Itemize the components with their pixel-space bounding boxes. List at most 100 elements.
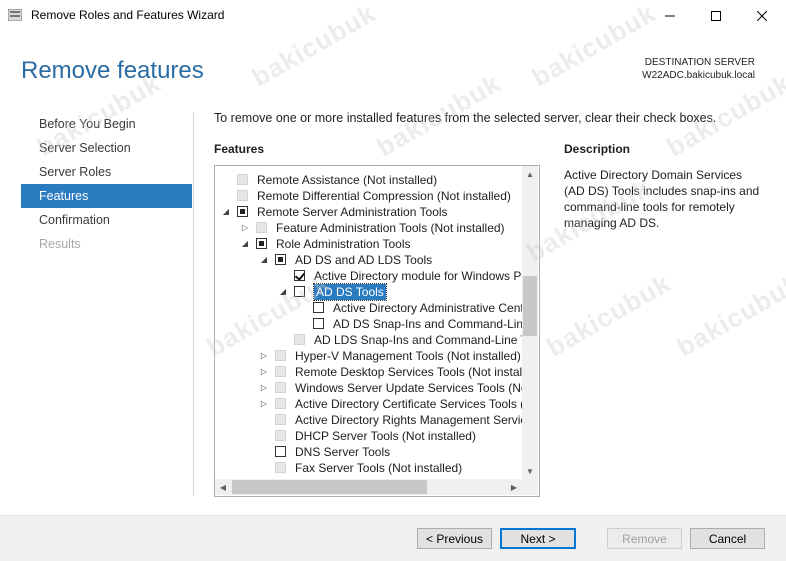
collapse-arrow-icon[interactable]: ◢ [278,284,288,300]
feature-label: AD DS and AD LDS Tools [295,253,433,267]
destination-server-label: DESTINATION SERVER [644,57,755,68]
feature-label: Remote Assistance (Not installed) [257,173,438,187]
feature-label: Remote Desktop Services Tools (Not insta… [295,365,522,379]
tree-item[interactable]: ▷ Remote Desktop Services Tools (Not inst… [215,364,522,380]
feature-label: Active Directory Rights Management Servi… [295,413,522,427]
feature-checkbox [275,382,286,393]
tree-item[interactable]: AD LDS Snap-Ins and Command-Line Tools [215,332,522,348]
nav-item-results: Results [39,237,81,251]
wizard-footer: < Previous Next > Remove Cancel [0,515,786,561]
tree-item[interactable]: Active Directory Rights Management Servi… [215,412,522,428]
feature-label: Role Administration Tools [276,237,411,251]
nav-item-server-roles[interactable]: Server Roles [21,160,192,184]
collapse-arrow-icon[interactable]: ◢ [259,252,269,268]
nav-divider [193,112,194,496]
maximize-button[interactable] [693,0,739,31]
feature-checkbox[interactable] [237,206,248,217]
tree-item[interactable]: ▷ Feature Administration Tools (Not insta… [215,220,522,236]
previous-button[interactable]: < Previous [417,528,492,549]
feature-checkbox[interactable] [294,270,305,281]
tree-item[interactable]: AD DS Snap-Ins and Command-Line Tools [215,316,522,332]
horizontal-scroll-thumb[interactable] [232,480,427,494]
feature-label: Active Directory module for Windows Powe… [314,269,522,283]
description-text: Active Directory Domain Services (AD DS)… [564,168,760,230]
collapse-arrow-icon[interactable]: ◢ [240,236,250,252]
watermark: bakicubuk [541,267,676,363]
tree-item[interactable]: Remote Assistance (Not installed) [215,172,522,188]
destination-server-name: W22ADC.bakicubuk.local [642,70,755,81]
feature-checkbox[interactable] [256,238,267,249]
watermark: bakicubuk [671,267,786,363]
feature-checkbox [275,462,286,473]
feature-label: Windows Server Update Services Tools (No… [295,381,522,395]
nav-item-features[interactable]: Features [21,184,192,208]
feature-checkbox [237,190,248,201]
tree-item[interactable]: ▷ Active Directory Certificate Services T… [215,396,522,412]
close-button[interactable] [739,0,785,31]
tree-item[interactable]: ◢ Role Administration Tools [215,236,522,252]
maximize-icon [711,10,721,21]
expand-arrow-icon[interactable]: ▷ [259,396,269,412]
feature-checkbox[interactable] [313,318,324,329]
wizard-nav: Before You Begin Server Selection Server… [21,112,192,256]
vertical-scroll-thumb[interactable] [523,276,537,336]
scroll-corner [522,479,538,495]
expand-arrow-icon[interactable]: ▷ [259,364,269,380]
feature-checkbox[interactable] [313,302,324,313]
minimize-button[interactable] [647,0,693,31]
tree-item[interactable]: ▷ Windows Server Update Services Tools (N… [215,380,522,396]
tree-item[interactable]: Remote Differential Compression (Not ins… [215,188,522,204]
feature-checkbox [275,398,286,409]
scroll-down-icon[interactable]: ▼ [522,463,538,479]
tree-item[interactable]: Active Directory module for Windows Powe… [215,268,522,284]
features-tree[interactable]: Remote Assistance (Not installed) Remote … [214,165,540,497]
feature-label: Hyper-V Management Tools (Not installed) [295,349,521,363]
tree-item[interactable]: ◢ Remote Server Administration Tools [215,204,522,220]
nav-item-server-selection[interactable]: Server Selection [21,136,192,160]
scroll-up-icon[interactable]: ▲ [522,166,538,182]
scroll-left-icon[interactable]: ◀ [215,479,231,495]
feature-label: Active Directory Administrative Center [333,301,522,315]
vertical-scrollbar[interactable]: ▲ ▼ [522,166,538,479]
expand-arrow-icon[interactable]: ▷ [259,380,269,396]
feature-checkbox [294,334,305,345]
instruction-text: To remove one or more installed features… [214,111,717,125]
feature-checkbox[interactable] [275,446,286,457]
tree-item[interactable]: Fax Server Tools (Not installed) [215,460,522,476]
feature-label: AD DS Tools [313,283,387,301]
tree-item[interactable]: DNS Server Tools [215,444,522,460]
server-manager-icon [8,9,22,21]
tree-item[interactable]: ◢ AD DS and AD LDS Tools [215,252,522,268]
horizontal-scrollbar[interactable]: ◀ ▶ [215,479,522,495]
scroll-right-icon[interactable]: ▶ [506,479,522,495]
feature-label: DHCP Server Tools (Not installed) [295,429,476,443]
tree-item[interactable]: DHCP Server Tools (Not installed) [215,428,522,444]
cancel-button[interactable]: Cancel [690,528,765,549]
feature-checkbox [275,350,286,361]
title-bar: Remove Roles and Features Wizard [0,0,786,32]
features-tree-viewport: Remote Assistance (Not installed) Remote … [215,166,522,479]
feature-label: Remote Server Administration Tools [257,205,448,219]
description-heading: Description [564,142,631,156]
tree-item[interactable]: ▷ Hyper-V Management Tools (Not installed… [215,348,522,364]
nav-item-before-you-begin[interactable]: Before You Begin [21,112,192,136]
close-icon [757,10,767,21]
feature-label: Fax Server Tools (Not installed) [295,461,463,475]
feature-checkbox [275,414,286,425]
nav-item-confirmation[interactable]: Confirmation [21,208,192,232]
feature-checkbox[interactable] [275,254,286,265]
feature-label: Active Directory Certificate Services To… [295,397,522,411]
collapse-arrow-icon[interactable]: ◢ [221,204,231,220]
feature-label: AD DS Snap-Ins and Command-Line Tools [333,317,522,331]
expand-arrow-icon[interactable]: ▷ [259,348,269,364]
tree-item[interactable]: ◢ AD DS Tools [215,283,522,301]
expand-arrow-icon[interactable]: ▷ [240,220,250,236]
feature-checkbox [275,366,286,377]
feature-label: Feature Administration Tools (Not instal… [276,221,505,235]
feature-checkbox[interactable] [294,286,305,297]
remove-button: Remove [607,528,682,549]
feature-label: AD LDS Snap-Ins and Command-Line Tools [314,333,522,347]
next-button[interactable]: Next > [500,528,576,549]
feature-label: DNS Server Tools [295,445,391,459]
tree-item[interactable]: Active Directory Administrative Center [215,300,522,316]
